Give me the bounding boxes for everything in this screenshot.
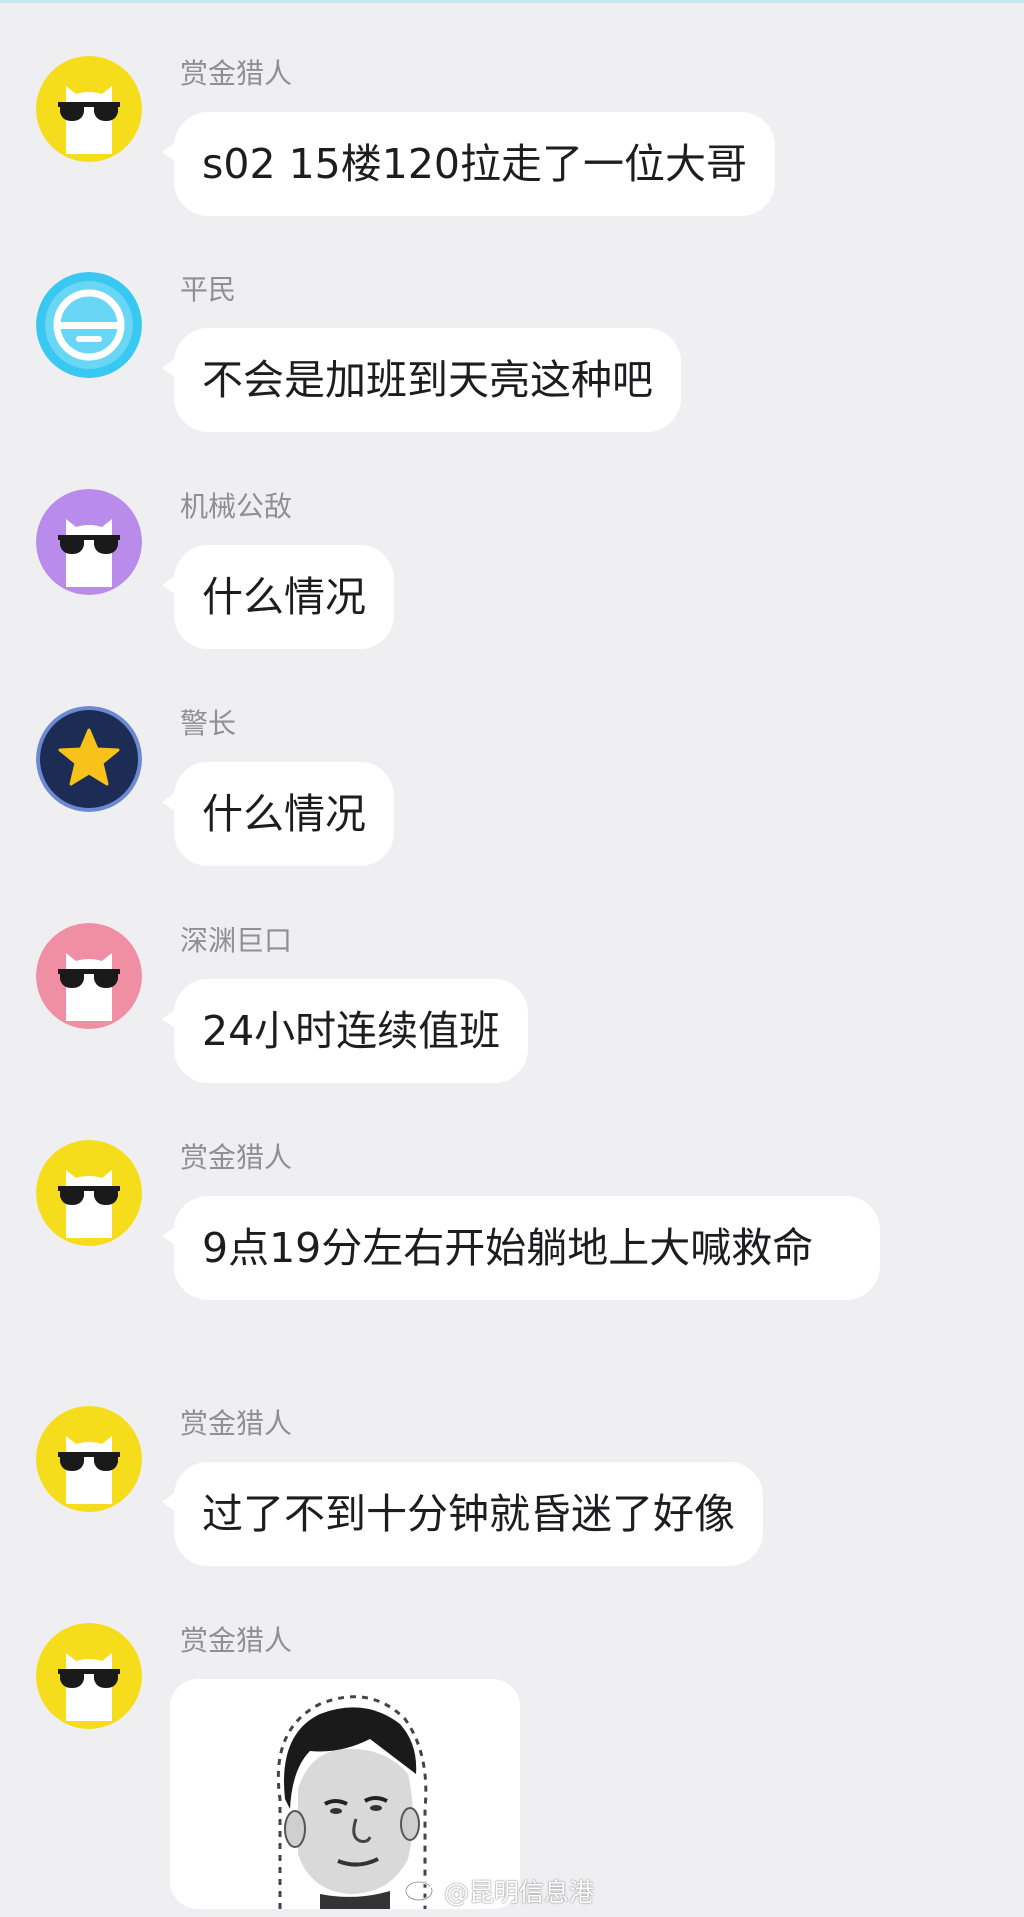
sender-name: 机械公敌: [180, 490, 293, 523]
message-bubble[interactable]: 24小时连续值班: [161, 979, 529, 1083]
sender-name: 赏金猎人: [180, 1141, 293, 1174]
weibo-icon: [404, 1874, 440, 1908]
sender-name: 赏金猎人: [180, 1407, 293, 1440]
sender-name: 深渊巨口: [180, 924, 293, 957]
sender-name: 赏金猎人: [180, 1624, 293, 1657]
message-bubble[interactable]: 什么情况: [162, 762, 394, 866]
sender-name: 警长: [180, 707, 237, 740]
sender-name: 赏金猎人: [180, 57, 293, 90]
chat-message-list[interactable]: 赏金猎人 s02 15楼120拉走了一位大哥 平民 不会是加班到天亮这种吧 机械…: [0, 0, 1024, 1917]
watermark: @昆明信息港: [404, 1873, 594, 1909]
cat-sunglasses-avatar[interactable]: [36, 1140, 142, 1246]
message-bubble[interactable]: 过了不到十分钟就昏迷了好像: [162, 1462, 763, 1566]
message-bubble[interactable]: 什么情况: [162, 545, 394, 649]
cat-sunglasses-avatar[interactable]: [36, 489, 142, 595]
message-bubble[interactable]: 不会是加班到天亮这种吧: [162, 328, 681, 432]
civilian-hat-avatar[interactable]: [36, 272, 142, 378]
cat-sunglasses-avatar[interactable]: [36, 923, 142, 1029]
message-bubble[interactable]: s02 15楼120拉走了一位大哥: [162, 112, 775, 216]
watermark-text: @昆明信息港: [444, 1878, 595, 1907]
cat-sunglasses-avatar[interactable]: [36, 1406, 142, 1512]
sender-name: 平民: [180, 273, 237, 306]
star-avatar[interactable]: [36, 706, 142, 812]
message-bubble[interactable]: 9点19分左右开始躺地上大喊救命: [162, 1196, 880, 1300]
cat-sunglasses-avatar[interactable]: [36, 56, 142, 162]
cat-sunglasses-avatar[interactable]: [36, 1623, 142, 1729]
